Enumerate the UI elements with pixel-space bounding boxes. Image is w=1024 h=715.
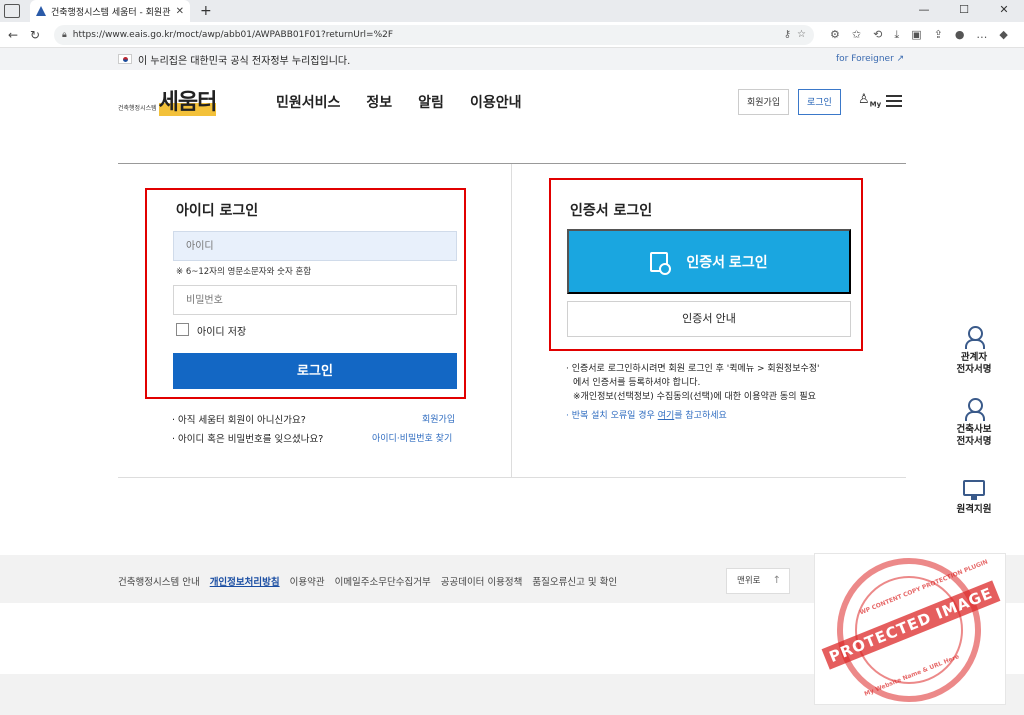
back-to-top-button[interactable]: 맨위로 ↑ xyxy=(726,568,790,594)
more-icon[interactable]: … xyxy=(976,28,987,42)
download-icon[interactable]: ⤓ xyxy=(894,28,899,42)
footer-links: 건축행정시스템 안내 개인정보처리방침 이용약관 이메일주소무단수집거부 공공데… xyxy=(118,574,617,588)
site-favicon-icon xyxy=(36,6,46,16)
quick-item-architect-signature[interactable]: 건축사보 전자서명 xyxy=(946,398,1002,448)
for-foreigner-link[interactable]: for Foreigner ↗ xyxy=(836,54,904,64)
my-menu-icon[interactable]: ♙My xyxy=(858,92,881,109)
cert-note-4-pre: · 반복 설치 오류일 경우 xyxy=(566,411,658,421)
forgot-text: · 아이디 혹은 비밀번호를 잊으셨나요? xyxy=(172,434,324,445)
extension-icon[interactable]: ⚙ xyxy=(830,28,840,42)
cert-note-4: · 반복 설치 오류일 경우 여기를 참고하세요 xyxy=(566,408,727,421)
new-tab-button[interactable]: + xyxy=(200,3,212,19)
site-header: 건축행정시스템 세움터 민원서비스 정보 알림 이용안내 회원가입 로그인 ♙M… xyxy=(0,70,1024,140)
quick-item-label: 전자서명 xyxy=(956,436,992,447)
browser-toolbar: ⚙ ✩ ⟲ ⤓ ▣ ⇪ ● … ◆ xyxy=(830,28,1008,42)
cert-login-title: 인증서 로그인 xyxy=(570,203,653,219)
person-icon xyxy=(965,326,985,349)
url-text: https://www.eais.go.kr/moct/awp/abb01/AW… xyxy=(72,29,394,40)
quick-item-label: 전자서명 xyxy=(956,364,992,375)
arrow-up-icon: ↑ xyxy=(772,575,781,586)
share-icon[interactable]: ⇪ xyxy=(934,28,943,42)
hamburger-menu-icon[interactable] xyxy=(886,95,902,107)
favorites-icon[interactable]: ✩ xyxy=(852,28,861,42)
tab-title: 건축행정시스템 세움터 - 회원관리 xyxy=(51,7,171,18)
content-vertical-divider xyxy=(511,164,512,477)
site-logo[interactable]: 건축행정시스템 세움터 xyxy=(118,84,217,116)
main-nav: 민원서비스 정보 알림 이용안내 xyxy=(276,92,521,112)
find-id-password-link[interactable]: 아이디·비밀번호 찾기 xyxy=(372,431,452,444)
quick-item-label: 원격지원 xyxy=(956,504,992,515)
nav-item-notice[interactable]: 알림 xyxy=(418,92,444,112)
profile-icon[interactable]: ● xyxy=(955,28,965,42)
person-icon xyxy=(965,398,985,421)
history-icon[interactable]: ⟲ xyxy=(873,28,882,42)
address-bar: ← ↻ 🔒︎ https://www.eais.go.kr/moct/awp/a… xyxy=(0,22,1024,48)
header-login-button[interactable]: 로그인 xyxy=(798,89,841,115)
cert-note-4-post: 를 참고하세요 xyxy=(674,411,727,421)
url-field[interactable]: 🔒︎ https://www.eais.go.kr/moct/awp/abb01… xyxy=(54,24,814,45)
id-login-title: 아이디 로그인 xyxy=(176,203,259,219)
logo-title: 세움터 xyxy=(158,84,217,116)
save-id-checkbox[interactable] xyxy=(176,323,189,336)
quick-item-label: 관계자 xyxy=(960,352,988,363)
close-window-icon[interactable]: ✕ xyxy=(984,0,1024,22)
key-icon[interactable]: ⚷ xyxy=(784,29,791,40)
save-id-label: 아이디 저장 xyxy=(197,327,247,338)
tab-close-icon[interactable]: ✕ xyxy=(176,6,184,17)
id-hint: ※ 6~12자의 영문소문자와 숫자 혼합 xyxy=(176,267,312,277)
password-input[interactable] xyxy=(173,285,457,315)
screenshot-icon[interactable]: ▣ xyxy=(911,28,921,42)
install-help-link[interactable]: 여기 xyxy=(658,411,675,421)
monitor-icon xyxy=(963,480,985,500)
cert-login-button[interactable]: 인증서 로그인 xyxy=(567,229,851,294)
reload-icon[interactable]: ↻ xyxy=(28,28,42,42)
korea-flag-icon xyxy=(118,54,132,64)
window-controls: — ☐ ✕ xyxy=(904,0,1024,22)
maximize-icon[interactable]: ☐ xyxy=(944,0,984,22)
footer-link-system-info[interactable]: 건축행정시스템 안내 xyxy=(118,574,200,588)
copilot-icon[interactable]: ◆ xyxy=(999,28,1007,42)
lock-icon: 🔒︎ xyxy=(62,29,67,40)
minimize-icon[interactable]: — xyxy=(904,0,944,22)
nav-item-info[interactable]: 정보 xyxy=(366,92,392,112)
gov-banner-text: 이 누리집은 대한민국 공식 전자정부 누리집입니다. xyxy=(138,55,351,67)
not-member-text: · 아직 세움터 회원이 아니신가요? xyxy=(172,415,306,426)
cert-login-button-label: 인증서 로그인 xyxy=(686,253,768,270)
favorite-star-icon[interactable]: ☆ xyxy=(797,29,806,40)
browser-tab-bar: 건축행정시스템 세움터 - 회원관리 ✕ + — ☐ ✕ xyxy=(0,0,1024,22)
login-button[interactable]: 로그인 xyxy=(173,353,457,389)
content-top-divider xyxy=(118,163,906,164)
gov-banner: 이 누리집은 대한민국 공식 전자정부 누리집입니다. for Foreigne… xyxy=(0,48,1024,70)
header-join-button[interactable]: 회원가입 xyxy=(738,89,790,115)
footer-link-email-policy[interactable]: 이메일주소무단수집거부 xyxy=(335,574,431,588)
my-label: My xyxy=(869,100,882,109)
cert-note-1: · 인증서로 로그인하시려면 회원 로그인 후 '퀵메뉴 > 회원정보수정' xyxy=(566,364,820,374)
protected-image-stamp: WP CONTENT COPY PROTECTION PLUGIN PROTEC… xyxy=(814,553,1006,705)
quick-item-label: 건축사보 xyxy=(956,424,992,435)
id-input[interactable] xyxy=(173,231,457,261)
footer-link-public-data[interactable]: 공공데이터 이용정책 xyxy=(441,574,523,588)
browser-tab[interactable]: 건축행정시스템 세움터 - 회원관리 ✕ xyxy=(30,0,190,22)
footer-link-quality-report[interactable]: 품질오류신고 및 확인 xyxy=(532,574,617,588)
sidebar-toggle-icon[interactable] xyxy=(4,4,20,18)
cert-guide-button[interactable]: 인증서 안내 xyxy=(567,301,851,337)
content-bottom-divider xyxy=(118,477,906,478)
footer-link-privacy[interactable]: 개인정보처리방침 xyxy=(210,574,280,588)
quick-item-party-signature[interactable]: 관계자 전자서명 xyxy=(946,326,1002,376)
footer-link-terms[interactable]: 이용약관 xyxy=(290,574,325,588)
nav-item-civil-service[interactable]: 민원서비스 xyxy=(276,92,340,112)
logo-subtitle: 건축행정시스템 xyxy=(118,105,157,112)
quick-item-remote-support[interactable]: 원격지원 xyxy=(946,480,1002,516)
back-icon[interactable]: ← xyxy=(6,28,20,42)
certificate-icon xyxy=(650,251,672,275)
cert-note-3: ※개인정보(선택정보) 수집동의(선택)에 대한 이용약관 동의 필요 xyxy=(573,392,816,402)
cert-note-2: 에서 인증서를 등록하셔야 합니다. xyxy=(573,378,701,388)
join-link[interactable]: 회원가입 xyxy=(422,412,455,425)
back-to-top-label: 맨위로 xyxy=(737,576,761,586)
nav-item-guide[interactable]: 이용안내 xyxy=(470,92,522,112)
